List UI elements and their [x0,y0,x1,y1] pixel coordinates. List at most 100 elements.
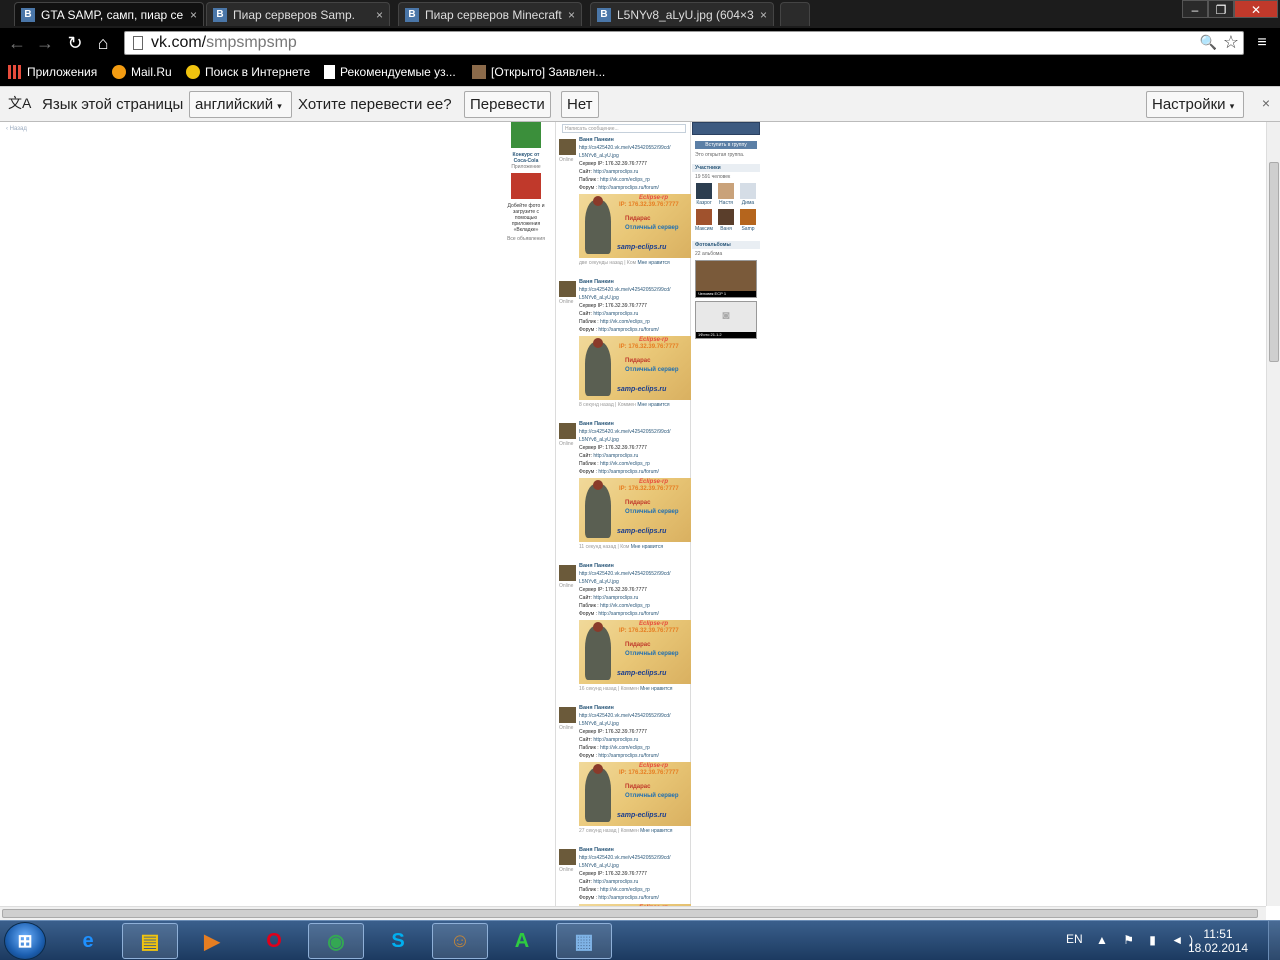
member-item[interactable]: Дима [737,183,759,206]
maximize-button[interactable]: ❐ [1208,0,1234,18]
post-time[interactable]: 16 секунд назад | Коммен [579,686,639,692]
no-button[interactable]: Нет [561,91,599,118]
post-author[interactable]: Ваня Панкин [579,563,690,570]
post-image-file[interactable]: L5NYv8_aLyU.jpg [579,578,690,586]
close-tab-icon[interactable]: × [760,8,767,22]
internet-explorer-icon[interactable]: e [60,923,116,959]
join-group-button[interactable]: Вступить в группу [695,141,757,149]
show-desktop-button[interactable] [1268,921,1280,960]
language-indicator[interactable]: EN [1066,932,1083,946]
post-image[interactable]: Eclipse-rpIP: 176.32.39.76:7777 Пидарас От… [579,336,691,400]
like-button[interactable]: Мне нравится [640,828,672,834]
opera-icon[interactable]: O [246,923,302,959]
post-compose-input[interactable]: Написать сообщение... [562,124,686,133]
like-button[interactable]: Мне нравится [637,260,669,266]
tab-image[interactable]: B L5NYv8_aLyU.jpg (604×34 × [590,2,774,26]
post-author[interactable]: Ваня Панкин [579,421,690,428]
avatar[interactable] [559,281,576,297]
post-time[interactable]: две секунды назад | Ком [579,260,636,266]
start-button[interactable]: ⊞ [4,922,46,960]
post-image-url[interactable]: http://cs425420.vk.me/v425420552/99cd/ [579,712,690,720]
bookmark-recommended[interactable]: Рекомендуемые уз... [324,63,456,81]
album-thumb[interactable]: ◙ 1Фото 21.1.2 [695,301,757,339]
member-item[interactable]: Ваня [715,209,737,232]
avatar[interactable] [559,707,576,723]
file-explorer-icon[interactable]: ▤ [122,923,178,959]
post-author[interactable]: Ваня Панкин [579,279,690,286]
post-image-url[interactable]: http://cs425420.vk.me/v425420552/99cd/ [579,144,690,152]
post-image[interactable]: Eclipse-rpIP: 176.32.39.76:7777 Пидарас От… [579,194,691,258]
chrome-menu-icon[interactable]: ≡ [1254,34,1270,52]
post-image-file[interactable]: L5NYv8_aLyU.jpg [579,862,690,870]
post-time[interactable]: 8 секунд назад | Коммен [579,402,636,408]
vertical-scrollbar[interactable] [1266,122,1280,906]
like-button[interactable]: Мне нравится [640,686,672,692]
member-item[interactable]: Настя [715,183,737,206]
scroll-thumb[interactable] [2,909,1258,918]
post-image[interactable]: Eclipse-rpIP: 176.32.39.76:7777 Пидарас От… [579,762,691,826]
post-image-file[interactable]: L5NYv8_aLyU.jpg [579,294,690,302]
bookmark-star-icon[interactable]: ☆ [1223,32,1239,53]
post-author[interactable]: Ваня Панкин [579,847,690,854]
ads-all-link[interactable]: Все объявления [505,236,547,242]
tab-samp-servers[interactable]: B Пиар серверов Samp. × [206,2,390,26]
member-item[interactable]: Samp [737,209,759,232]
member-item[interactable]: Казрог [693,183,715,206]
post-time[interactable]: 27 секунд назад | Коммен [579,828,639,834]
avatar[interactable] [559,565,576,581]
close-window-button[interactable]: ✕ [1234,0,1278,18]
ad-text[interactable]: Добейте фото и загрузите с помощью прило… [505,203,547,233]
tab-minecraft-servers[interactable]: B Пиар серверов Minecraft × [398,2,582,26]
avatar[interactable] [559,423,576,439]
language-select[interactable]: английский ▾ [189,91,292,118]
post-author[interactable]: Ваня Панкин [579,705,690,712]
bookmark-open-request[interactable]: [Открыто] Заявлен... [472,63,605,81]
post-image-file[interactable]: L5NYv8_aLyU.jpg [579,152,690,160]
post-image[interactable]: Eclipse-rpIP: 176.32.39.76:7777 Пидарас От… [579,620,691,684]
close-icon[interactable]: × [1262,95,1270,111]
post-time[interactable]: 11 секунд назад | Ком [579,544,629,550]
chrome-icon[interactable]: ◉ [308,923,364,959]
ad-title[interactable]: Конкурс от Coca-Cola [505,152,547,164]
bookmark-mailru[interactable]: Mail.Ru [112,63,172,81]
reload-icon[interactable]: ↻ [64,33,86,53]
post-image-url[interactable]: http://cs425420.vk.me/v425420552/99cd/ [579,854,690,862]
tray-icons[interactable]: ▲ ⚑ ▮ ◄) [1096,933,1199,947]
picture-viewer-icon[interactable]: ▦ [556,923,612,959]
like-button[interactable]: Мне нравится [631,544,663,550]
tab-gta-samp[interactable]: B GTA SAMP, самп, пиар се × [14,2,204,26]
ad-image[interactable] [511,173,541,199]
albums-count[interactable]: 22 альбома [695,251,757,257]
post-image-url[interactable]: http://cs425420.vk.me/v425420552/99cd/ [579,428,690,436]
bookmark-apps[interactable]: Приложения [8,63,97,81]
post-image[interactable]: Eclipse-rpIP: 176.32.39.76:7777 Пидарас От… [579,478,691,542]
post-image-url[interactable]: http://cs425420.vk.me/v425420552/99cd/ [579,570,690,578]
back-link[interactable]: ‹ Назад [6,126,27,132]
new-tab-button[interactable] [780,2,810,26]
forward-arrow-icon[interactable]: → [34,33,56,53]
post-image-url[interactable]: http://cs425420.vk.me/v425420552/99cd/ [579,286,690,294]
horizontal-scrollbar[interactable] [0,906,1266,920]
home-icon[interactable]: ⌂ [92,33,114,53]
avatar[interactable] [559,849,576,865]
close-tab-icon[interactable]: × [376,8,383,22]
clock[interactable]: 11:51 18.02.2014 [1188,927,1248,955]
close-tab-icon[interactable]: × [568,8,575,22]
app-a-icon[interactable]: A [494,923,550,959]
close-tab-icon[interactable]: × [190,8,197,22]
address-bar[interactable]: vk.com/ smpsmpsmp 🔍 ☆ [124,31,1244,55]
members-header[interactable]: Участники [692,164,760,172]
post-image-file[interactable]: L5NYv8_aLyU.jpg [579,720,690,728]
scroll-thumb[interactable] [1269,162,1279,362]
post-author[interactable]: Ваня Панкин [579,137,690,144]
minimize-button[interactable]: – [1182,0,1208,18]
post-image-file[interactable]: L5NYv8_aLyU.jpg [579,436,690,444]
settings-button[interactable]: Настройки ▾ [1146,91,1244,118]
back-arrow-icon[interactable]: ← [6,33,28,53]
ad-image[interactable] [511,122,541,148]
member-item[interactable]: Максим [693,209,715,232]
zoom-icon[interactable]: 🔍 [1200,34,1217,51]
avatar[interactable] [559,139,576,155]
skype-icon[interactable]: S [370,923,426,959]
media-player-icon[interactable]: ▶ [184,923,240,959]
